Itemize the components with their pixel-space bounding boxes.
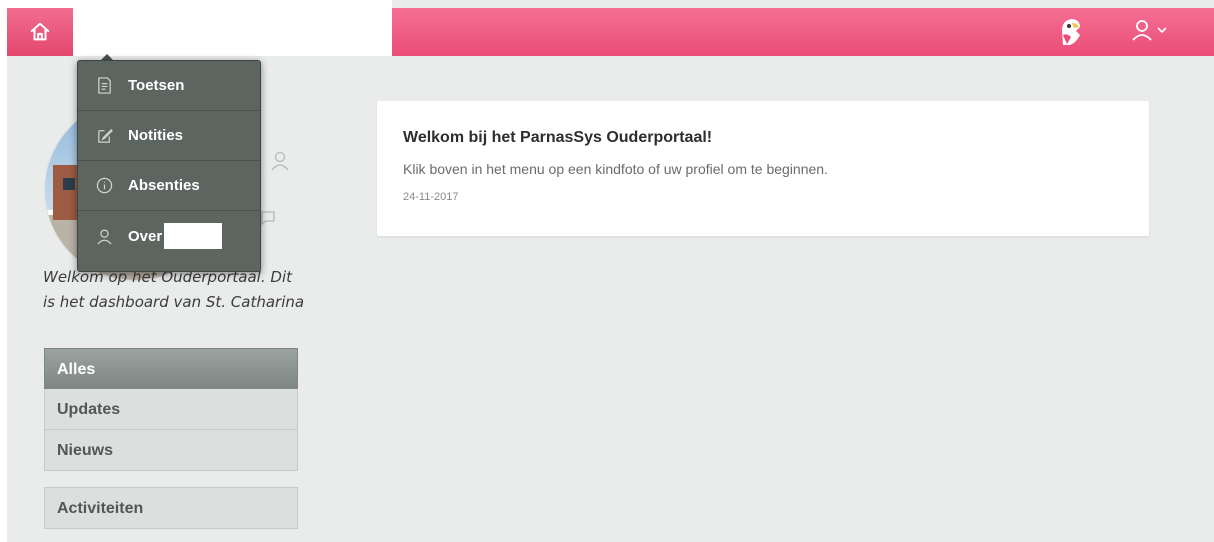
home-button[interactable]	[7, 8, 73, 56]
document-icon	[98, 77, 111, 94]
filter-all[interactable]: Alles	[44, 348, 298, 389]
edit-note-icon	[98, 128, 113, 143]
feed-filter-list: Alles Updates Nieuws	[44, 348, 298, 471]
chat-icon[interactable]	[260, 210, 276, 226]
card-title: Welkom bij het ParnasSys Ouderportaal!	[403, 129, 713, 146]
user-menu-button[interactable]	[1130, 15, 1176, 45]
info-icon	[96, 177, 113, 194]
chevron-down-icon	[1157, 27, 1167, 34]
menu-item-notities[interactable]: Notities	[78, 111, 260, 161]
welcome-text: Welkom op het Ouderportaal. Dit is het d…	[43, 268, 305, 311]
card-date: 24-11-2017	[403, 191, 459, 203]
menu-item-over[interactable]: Over	[78, 211, 260, 261]
filter-updates[interactable]: Updates	[44, 389, 298, 430]
menu-item-absenties[interactable]: Absenties	[78, 161, 260, 211]
user-icon	[97, 228, 112, 244]
menu-item-label: Absenties	[128, 177, 200, 194]
welcome-card: Welkom bij het ParnasSys Ouderportaal! K…	[377, 101, 1149, 236]
menu-item-toetsen[interactable]: Toetsen	[78, 61, 260, 111]
menu-item-label: Over	[128, 227, 163, 245]
parrot-mascot-icon[interactable]	[1058, 17, 1084, 47]
user-icon	[1132, 20, 1152, 41]
menu-item-label: Toetsen	[128, 77, 185, 94]
home-icon	[30, 22, 50, 41]
redacted-box	[164, 223, 223, 249]
dropdown-menu: Toetsen Notities Absenties Over	[77, 60, 261, 272]
filter-news[interactable]: Nieuws	[44, 430, 298, 471]
activities-button[interactable]: Activiteiten	[44, 487, 298, 529]
card-body: Klik boven in het menu op een kindfoto o…	[403, 161, 828, 177]
topbar	[392, 8, 1214, 56]
profile-user-icon[interactable]	[270, 150, 290, 172]
menu-item-label: Notities	[128, 127, 184, 144]
